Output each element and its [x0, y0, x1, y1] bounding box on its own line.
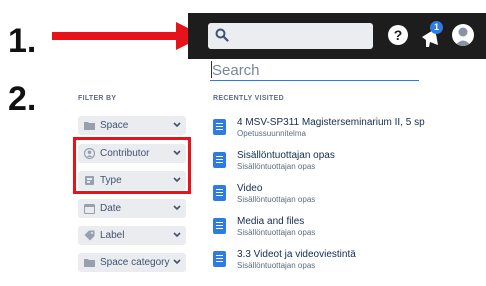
recent-item[interactable]: 4 MSV-SP311 Magisterseminarium II, 5 sp … — [213, 117, 473, 143]
recent-item[interactable]: Video Sisällöntuottajan opas — [213, 183, 473, 209]
recent-item-subtitle: Opetussuunnitelma — [237, 129, 306, 138]
help-button[interactable]: ? — [388, 25, 408, 45]
recent-item-subtitle: Sisällöntuottajan opas — [237, 195, 316, 204]
filter-label: Label — [100, 230, 125, 241]
recent-item-subtitle: Sisällöntuottajan opas — [237, 162, 316, 171]
user-icon — [455, 27, 471, 46]
tag-icon — [84, 230, 95, 241]
recent-item[interactable]: 3.3 Videot ja videoviestintä Sisällöntuo… — [213, 249, 473, 275]
top-bar: ? 1 — [188, 13, 486, 59]
document-icon — [213, 218, 226, 234]
recent-item-title: Video — [237, 183, 263, 194]
document-icon — [213, 251, 226, 267]
recently-visited-heading: RECENTLY VISITED — [213, 95, 284, 102]
recent-item-title: Sisällöntuottajan opas — [237, 150, 335, 161]
notifications-button[interactable]: 1 — [420, 21, 444, 49]
filter-label: Space category — [100, 257, 170, 268]
recent-item-subtitle: Sisällöntuottajan opas — [237, 261, 316, 270]
notification-count-badge: 1 — [430, 21, 443, 34]
folder-icon — [84, 259, 95, 267]
topbar-search-field[interactable] — [208, 23, 373, 49]
step-2-annotation: 2. — [8, 80, 37, 118]
avatar[interactable] — [452, 24, 474, 46]
chevron-down-icon — [173, 259, 181, 265]
search-input[interactable] — [210, 60, 419, 81]
recent-item[interactable]: Sisällöntuottajan opas Sisällöntuottajan… — [213, 150, 473, 176]
recent-item[interactable]: Media and files Sisällöntuottajan opas — [213, 216, 473, 242]
filter-by-heading: FILTER BY — [78, 95, 117, 102]
text-cursor — [211, 61, 212, 78]
chevron-down-icon — [173, 205, 181, 211]
chevron-down-icon — [173, 232, 181, 238]
recent-item-title: Media and files — [237, 216, 305, 227]
filter-label-dropdown[interactable]: Label — [78, 226, 186, 245]
recent-item-subtitle: Sisällöntuottajan opas — [237, 228, 316, 237]
calendar-icon — [84, 203, 95, 214]
filter-space[interactable]: Space — [78, 116, 186, 135]
filter-label: Space — [100, 120, 129, 131]
filter-date[interactable]: Date — [78, 199, 186, 218]
document-icon — [213, 119, 226, 135]
chevron-down-icon — [173, 122, 181, 128]
folder-icon — [84, 122, 95, 130]
annotation-highlight-box — [73, 137, 191, 194]
document-icon — [213, 185, 226, 201]
filter-label: Date — [100, 203, 122, 214]
document-icon — [213, 152, 226, 168]
recent-item-title: 4 MSV-SP311 Magisterseminarium II, 5 sp — [237, 117, 425, 128]
search-icon — [215, 28, 229, 42]
annotation-arrow-shaft — [52, 32, 180, 40]
step-1-annotation: 1. — [8, 22, 37, 60]
filter-space-category[interactable]: Space category — [78, 253, 186, 272]
recent-item-title: 3.3 Videot ja videoviestintä — [237, 249, 356, 260]
